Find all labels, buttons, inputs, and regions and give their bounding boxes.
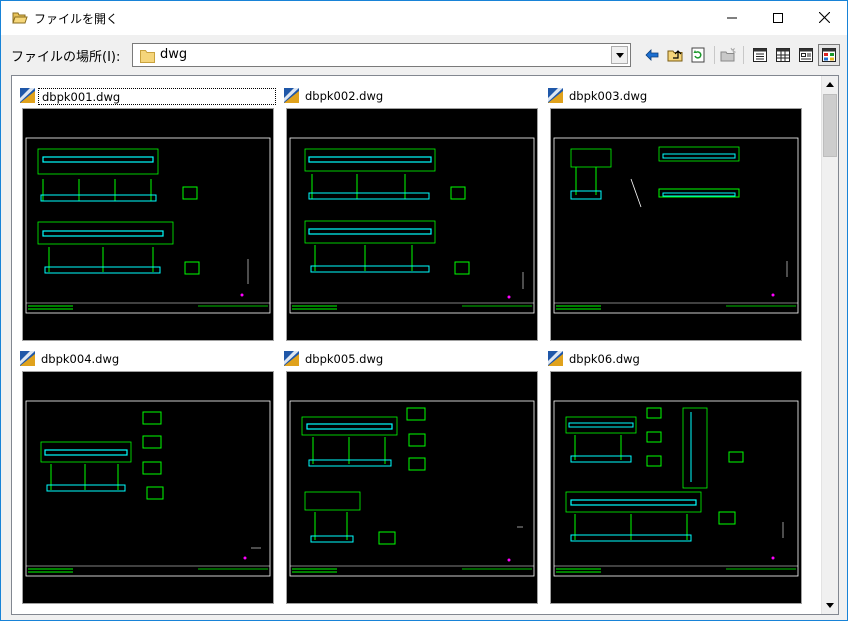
dwg-thumbnail [286, 108, 538, 341]
vertical-scrollbar[interactable] [821, 76, 838, 614]
up-folder-button[interactable] [664, 44, 686, 66]
view-thumbnails-icon [822, 48, 836, 62]
dwg-thumbnail [22, 371, 274, 604]
view-thumbnails-button[interactable] [818, 44, 840, 66]
location-combobox[interactable]: dwg [132, 43, 631, 67]
file-item[interactable]: dbpk002.dwg [284, 86, 539, 344]
maximize-button[interactable] [755, 1, 801, 34]
location-label: ファイルの場所(I): [11, 50, 121, 65]
file-name: dbpk06.dwg [569, 352, 640, 366]
refresh-button[interactable] [687, 44, 709, 66]
view-large-icon [799, 48, 813, 62]
view-large-button[interactable] [795, 44, 817, 66]
dwg-thumbnail [550, 108, 802, 341]
file-name: dbpk003.dwg [569, 89, 648, 103]
toolbar-separator [743, 46, 744, 64]
file-name: dbpk001.dwg [38, 88, 276, 105]
dwg-file-icon [20, 88, 35, 103]
view-list-button[interactable] [749, 44, 771, 66]
back-button[interactable] [641, 44, 663, 66]
refresh-icon [691, 47, 705, 63]
file-name: dbpk002.dwg [305, 89, 384, 103]
location-value: dwg [160, 47, 188, 62]
folder-icon [140, 48, 155, 63]
dwg-file-icon [20, 351, 35, 366]
file-item[interactable]: dbpk003.dwg [548, 86, 803, 344]
file-name: dbpk005.dwg [305, 352, 384, 366]
file-item[interactable]: dbpk005.dwg [284, 349, 539, 607]
view-details-icon [776, 48, 790, 62]
scroll-up-arrow-icon[interactable] [822, 76, 838, 93]
thumbnail-view[interactable]: dbpk001.dwg dbpk002.dwg dbpk003.dwg dbpk… [11, 75, 839, 615]
file-name: dbpk004.dwg [41, 352, 120, 366]
file-item[interactable]: dbpk004.dwg [20, 349, 275, 607]
title-bar: ファイルを開く [1, 1, 847, 35]
dwg-thumbnail [286, 371, 538, 604]
minimize-button[interactable] [709, 1, 755, 34]
up-folder-icon [667, 50, 683, 62]
scrollbar-thumb[interactable] [823, 94, 837, 157]
dwg-file-icon [548, 351, 563, 366]
file-item[interactable]: dbpk06.dwg [548, 349, 803, 607]
dwg-thumbnail [22, 108, 274, 341]
open-folder-icon [12, 10, 28, 24]
new-folder-button[interactable] [717, 44, 739, 66]
scroll-down-arrow-icon[interactable] [822, 597, 838, 614]
dwg-file-icon [548, 88, 563, 103]
view-details-button[interactable] [772, 44, 794, 66]
chevron-down-icon[interactable] [611, 46, 628, 64]
view-list-icon [753, 48, 767, 62]
open-file-dialog: ファイルを開く ファイルの場所(I): dwg dbpk001.dwg dbpk… [0, 0, 848, 621]
file-item[interactable]: dbpk001.dwg [20, 86, 276, 344]
dwg-thumbnail [550, 371, 802, 604]
dwg-file-icon [284, 351, 299, 366]
toolbar-separator [714, 46, 715, 64]
back-icon [645, 49, 659, 61]
new-folder-icon [720, 47, 736, 62]
dwg-file-icon [284, 88, 299, 103]
close-button[interactable] [801, 1, 847, 34]
window-title: ファイルを開く [34, 12, 119, 26]
